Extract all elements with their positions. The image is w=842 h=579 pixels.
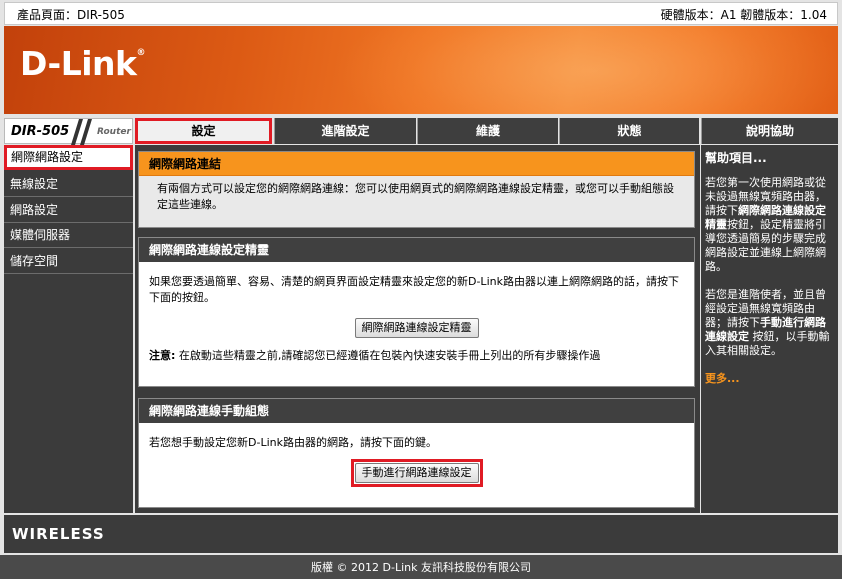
help-paragraph-2: 若您是進階使者，並且曾經設定過無線寬頻路由器；請按下手動進行網路連線設定 按鈕，… <box>705 288 830 357</box>
help-title: 幫助項目... <box>705 151 767 165</box>
sidebar-item-network[interactable]: 網路設定 <box>4 198 133 223</box>
tab-status[interactable]: 狀態 <box>559 118 699 144</box>
sidebar-item-internet[interactable]: 網際網路設定 <box>4 145 133 170</box>
wizard-section: 網際網路連線設定精靈 如果您要透過簡單、容易、清楚的網頁界面設定精靈來設定您的新… <box>138 237 695 387</box>
version-info: 硬體版本：A1 韌體版本：1.04 <box>660 8 827 22</box>
section-description: 有兩個方式可以設定您的網際網路連線：您可以使用網頁式的網際網路連線設定精靈，或您… <box>139 176 694 218</box>
copyright-bar: 版權 © 2012 D-Link 友訊科技股份有限公司 <box>0 555 842 579</box>
tab-maintenance[interactable]: 維護 <box>417 118 558 144</box>
sidebar-item-storage[interactable]: 儲存空間 <box>4 249 133 274</box>
tab-help[interactable]: 說明協助 <box>701 118 838 144</box>
main-content: 網際網路連結 有兩個方式可以設定您的網際網路連線：您可以使用網頁式的網際網路連線… <box>135 145 700 513</box>
slash-divider-icon <box>71 119 92 145</box>
model-badge: DIR-505 Router <box>4 118 133 145</box>
manual-config-section: 網際網路連線手動組態 若您想手動設定您新D-Link路由器的網路，請按下面的鍵。… <box>138 398 695 508</box>
tab-advanced[interactable]: 進階設定 <box>274 118 416 144</box>
section-description: 如果您要透過簡單、容易、清楚的網頁界面設定精靈來設定您的新D-Link路由器以連… <box>149 275 679 304</box>
wizard-note: 注意: 在啟動這些精靈之前,請確認您已經遵循在包裝內快速安裝手冊上列出的所有步驟… <box>139 342 694 370</box>
help-panel: 幫助項目... 若您第一次使用網路或從未設過無線寬頻路由器，請按下網際網路連線設… <box>701 145 838 513</box>
section-description: 若您想手動設定您新D-Link路由器的網路，請按下面的鍵。 <box>149 436 437 449</box>
section-title: 網際網路連結 <box>139 152 694 176</box>
section-title: 網際網路連線設定精靈 <box>139 238 694 262</box>
manual-button-row: 手動進行網路連線設定 <box>139 459 694 487</box>
wireless-logo: WIRELESS <box>12 525 105 543</box>
internet-connection-section: 網際網路連結 有兩個方式可以設定您的網際網路連線：您可以使用網頁式的網際網路連線… <box>138 151 695 228</box>
internet-wizard-button[interactable]: 網際網路連線設定精靈 <box>354 318 479 338</box>
sidebar-item-media-server[interactable]: 媒體伺服器 <box>4 223 133 248</box>
wireless-footer-bar: WIRELESS <box>4 515 838 553</box>
note-text: 在啟動這些精靈之前,請確認您已經遵循在包裝內快速安裝手冊上列出的所有步驟操作過 <box>175 349 601 362</box>
help-paragraph-1: 若您第一次使用網路或從未設過無線寬頻路由器，請按下網際網路連線設定精靈按鈕，設定… <box>705 176 826 273</box>
note-label: 注意: <box>149 349 176 362</box>
sidebar-item-wireless[interactable]: 無線設定 <box>4 172 133 197</box>
section-title: 網際網路連線手動組態 <box>139 399 694 423</box>
router-admin-page: 產品頁面：DIR-505 硬體版本：A1 韌體版本：1.04 D-Link® D… <box>0 0 842 579</box>
top-info-bar: 產品頁面：DIR-505 硬體版本：A1 韌體版本：1.04 <box>4 2 838 25</box>
help-more-link[interactable]: 更多... <box>705 372 834 386</box>
product-page-label: 產品頁面：DIR-505 <box>17 8 125 22</box>
sidebar: 網際網路設定 無線設定 網路設定 媒體伺服器 儲存空間 <box>4 145 133 513</box>
manual-button-highlight: 手動進行網路連線設定 <box>350 459 483 487</box>
brand-banner: D-Link® <box>4 26 838 114</box>
manual-setup-button[interactable]: 手動進行網路連線設定 <box>354 463 479 483</box>
dlink-logo: D-Link® <box>20 44 145 83</box>
model-name: DIR-505 <box>11 124 70 139</box>
router-label: Router <box>97 127 131 137</box>
wizard-button-row: 網際網路連線設定精靈 <box>139 318 694 338</box>
banner-swoosh <box>334 26 838 114</box>
tab-setup[interactable]: 設定 <box>135 118 272 144</box>
